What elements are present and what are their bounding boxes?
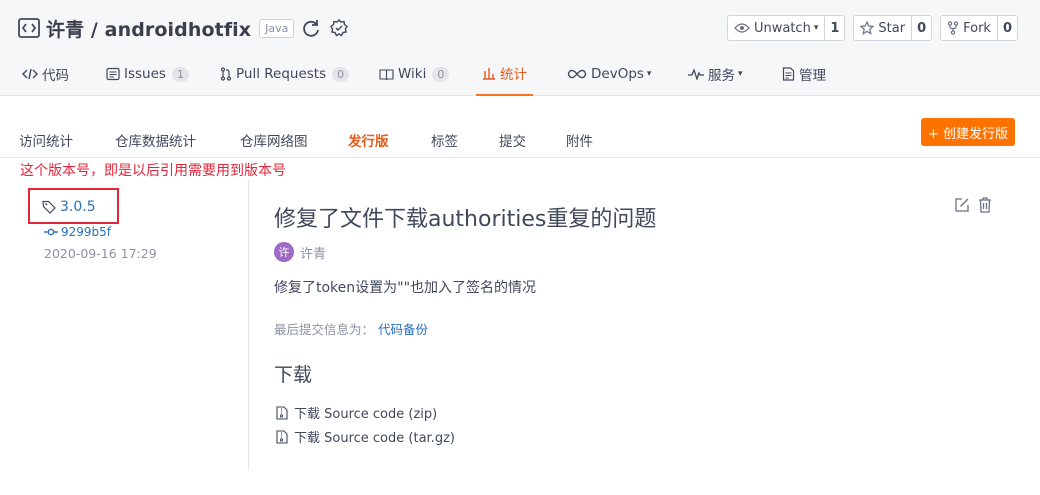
- code-icon: [22, 68, 38, 80]
- annotation-text: 这个版本号，即是以后引用需要用到版本号: [20, 163, 286, 179]
- sync-icon[interactable]: [300, 17, 322, 39]
- pulse-icon: [688, 68, 704, 80]
- chevron-down-icon: ▾: [813, 23, 819, 33]
- tab-stats[interactable]: 统计: [476, 52, 533, 96]
- repo-name[interactable]: 许青 / androidhotfix: [46, 15, 251, 42]
- release-tag[interactable]: 3.0.5: [42, 199, 96, 215]
- release-date: 2020-09-16 17:29: [44, 246, 157, 261]
- release-title: 修复了文件下载authorities重复的问题: [274, 207, 657, 232]
- infinity-icon: [567, 69, 587, 79]
- stats-subnav: 访问统计 仓库数据统计 仓库网络图 发行版 标签 提交 附件 + 创建发行版: [0, 118, 1040, 158]
- fork-count[interactable]: 0: [998, 16, 1017, 40]
- last-commit-label: 最后提交信息为：: [274, 322, 375, 337]
- download-zip-label: 下载 Source code (zip): [294, 407, 438, 422]
- tab-devops-label: DevOps: [591, 66, 644, 82]
- trash-icon[interactable]: [978, 197, 992, 213]
- wiki-count: 0: [432, 66, 450, 82]
- repo-nav: 代码 Issues 1 Pull Requests 0 Wiki 0 统计 De…: [0, 52, 1040, 96]
- subnav-attachments[interactable]: 附件: [566, 130, 593, 150]
- tab-code[interactable]: 代码: [22, 52, 69, 96]
- release-author: 许 许青: [274, 242, 326, 262]
- star-button[interactable]: Star: [854, 16, 913, 40]
- watch-button-group: Unwatch ▾ 1: [726, 15, 846, 41]
- star-label: Star: [878, 20, 906, 36]
- edit-icon[interactable]: [954, 197, 970, 213]
- unwatch-button[interactable]: Unwatch ▾: [728, 16, 826, 40]
- fork-button-group: Fork 0: [940, 15, 1018, 41]
- star-icon: [860, 21, 875, 35]
- commit-icon: [44, 228, 58, 236]
- last-commit-link[interactable]: 代码备份: [378, 322, 428, 337]
- release-commit-hash: 9299b5f: [61, 225, 112, 239]
- zip-file-icon: [276, 429, 288, 444]
- unwatch-label: Unwatch: [753, 20, 811, 36]
- star-button-group: Star 0: [853, 15, 933, 41]
- create-release-button[interactable]: + 创建发行版: [920, 118, 1015, 146]
- subnav-releases[interactable]: 发行版: [348, 130, 389, 150]
- star-count[interactable]: 0: [912, 16, 931, 40]
- pull-request-icon: [220, 67, 232, 81]
- tab-code-label: 代码: [42, 68, 69, 84]
- fork-icon: [947, 21, 959, 35]
- pull-requests-count: 0: [332, 66, 350, 82]
- tab-services[interactable]: 服务 ▾: [688, 52, 743, 96]
- tab-manage[interactable]: 管理: [782, 52, 826, 96]
- subnav-commits[interactable]: 提交: [499, 130, 526, 150]
- tab-manage-label: 管理: [799, 68, 826, 84]
- code-repo-icon: [18, 18, 40, 38]
- tab-pull-requests-label: Pull Requests: [236, 66, 327, 82]
- chevron-down-icon: ▾: [738, 69, 743, 79]
- column-divider: [248, 180, 249, 470]
- zip-file-icon: [276, 405, 288, 420]
- subnav-repo-data-stats[interactable]: 仓库数据统计: [115, 130, 196, 150]
- chevron-down-icon: ▾: [646, 69, 652, 79]
- tab-stats-label: 统计: [500, 67, 527, 83]
- language-badge[interactable]: Java: [259, 18, 295, 38]
- download-targz-link[interactable]: 下载 Source code (tar.gz): [276, 427, 455, 446]
- tab-wiki-label: Wiki: [398, 66, 427, 82]
- tab-wiki[interactable]: Wiki 0: [379, 52, 450, 96]
- watch-count[interactable]: 1: [825, 16, 844, 40]
- subnav-tags[interactable]: 标签: [431, 130, 458, 150]
- release-description: 修复了token设置为""也加入了签名的情况: [274, 280, 537, 296]
- bar-chart-icon: [482, 67, 496, 80]
- download-zip-link[interactable]: 下载 Source code (zip): [276, 403, 437, 422]
- tag-icon: [42, 200, 56, 214]
- subnav-network-graph[interactable]: 仓库网络图: [240, 130, 308, 150]
- repo-header: 许青 / androidhotfix Java Unwatch ▾ 1 Star …: [0, 0, 1040, 96]
- document-icon: [782, 67, 795, 81]
- download-targz-label: 下载 Source code (tar.gz): [294, 431, 455, 446]
- tab-issues[interactable]: Issues 1: [106, 52, 189, 96]
- avatar[interactable]: 许: [274, 242, 294, 262]
- release-commit[interactable]: 9299b5f: [44, 225, 111, 239]
- tab-devops[interactable]: DevOps ▾: [567, 52, 651, 96]
- release-tag-label: 3.0.5: [60, 199, 96, 215]
- tab-pull-requests[interactable]: Pull Requests 0: [220, 52, 350, 96]
- repo-title: 许青 / androidhotfix Java: [18, 12, 350, 44]
- eye-icon: [734, 23, 750, 33]
- fork-label: Fork: [963, 20, 991, 36]
- subnav-visit-stats[interactable]: 访问统计: [19, 130, 73, 150]
- author-name[interactable]: 许青: [300, 243, 326, 262]
- repo-actions: Unwatch ▾ 1 Star 0 Fork 0: [726, 15, 1018, 41]
- release-tools: [954, 197, 992, 213]
- downloads-title: 下载: [274, 364, 313, 386]
- last-commit-info: 最后提交信息为： 代码备份: [274, 319, 428, 338]
- book-icon: [379, 68, 394, 81]
- tab-issues-label: Issues: [124, 66, 166, 82]
- badge-icon[interactable]: [328, 17, 350, 39]
- issues-count: 1: [171, 66, 189, 82]
- fork-button[interactable]: Fork: [941, 16, 998, 40]
- tab-services-label: 服务: [708, 68, 735, 84]
- issues-icon: [106, 67, 120, 81]
